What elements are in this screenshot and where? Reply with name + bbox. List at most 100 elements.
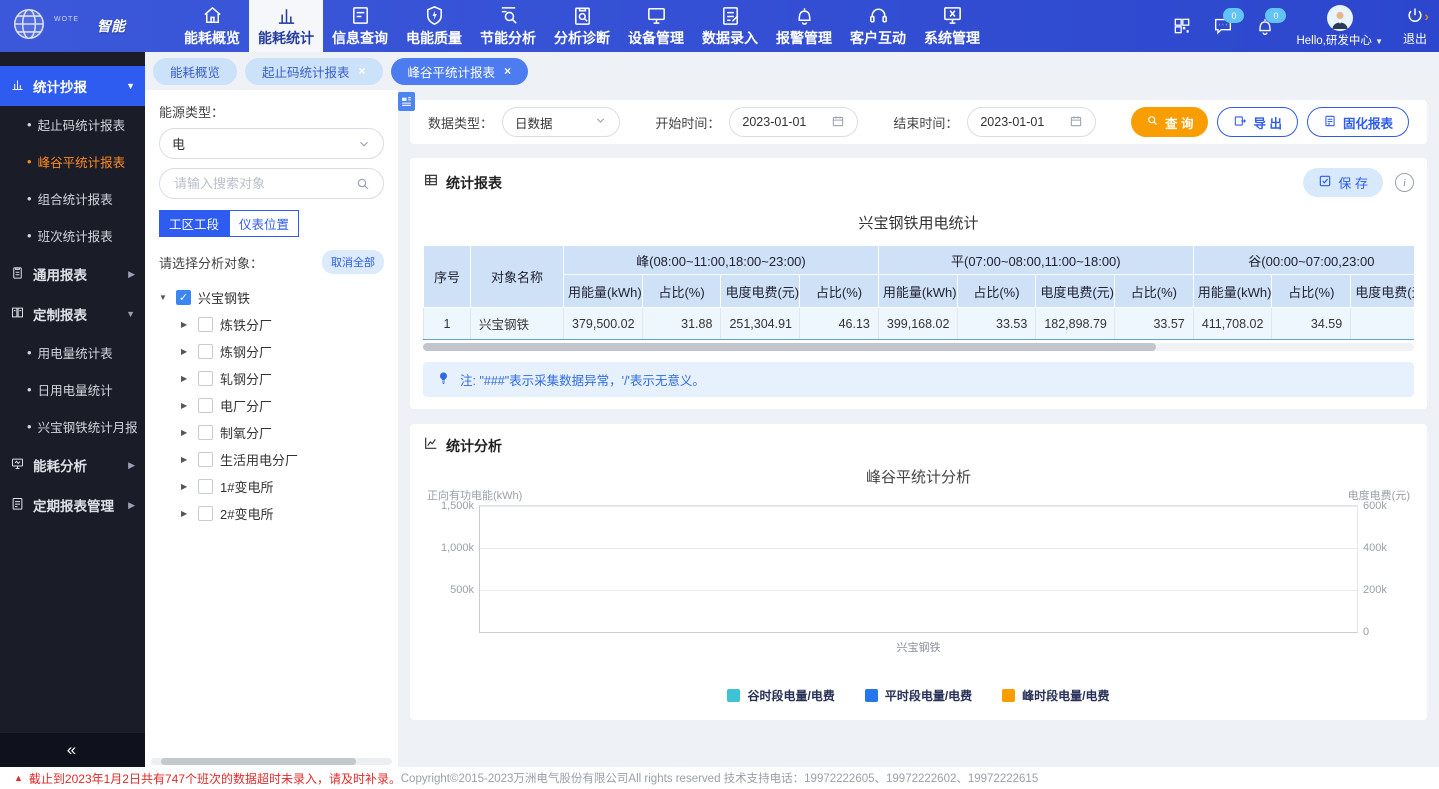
caret-right-icon[interactable]: ▶ [181,374,191,383]
clipboard-search-icon [571,4,594,27]
sidebar-collapse-button[interactable]: « [0,733,145,767]
energy-type-select[interactable]: 电 [159,128,384,159]
sidebar-item-用电量统计表[interactable]: •用电量统计表 [0,334,145,371]
sidebar-section-定制报表[interactable]: 定制报表▼ [0,294,145,334]
panel-horizontal-scrollbar[interactable] [151,758,392,765]
sidebar-section-定期报表管理[interactable]: 定期报表管理▶ [0,485,145,525]
stacked-bar-energy_kwh[interactable] [748,630,826,632]
bar-segment[interactable] [1011,631,1089,632]
close-icon[interactable]: × [359,64,366,78]
caret-right-icon[interactable]: ▶ [181,509,191,518]
stacked-bar-cost_yuan[interactable] [1011,630,1089,632]
sidebar-item-班次统计报表[interactable]: •班次统计报表 [0,217,145,254]
cancel-all-button[interactable]: 取消全部 [322,250,384,274]
checkbox-unchecked[interactable] [198,452,213,467]
checkbox-unchecked[interactable] [198,425,213,440]
tab-能耗概览[interactable]: 能耗概览 [153,58,237,85]
book-icon [10,305,25,323]
start-date-input[interactable]: 2023-01-01 [729,107,858,137]
caret-right-icon[interactable]: ▶ [181,482,191,491]
bar-segment[interactable] [748,631,826,632]
sidebar-section-统计抄报[interactable]: 统计抄报▼ [0,66,145,106]
table-icon [423,172,439,193]
caret-right-icon[interactable]: ▶ [181,401,191,410]
panel-tab-工区工段[interactable]: 工区工段 [159,210,229,237]
sidebar-item-起止码统计报表[interactable]: •起止码统计报表 [0,106,145,143]
nav-item-客户互动[interactable]: 客户互动 [841,0,915,52]
nav-item-分析诊断[interactable]: 分析诊断 [545,0,619,52]
solidify-report-button[interactable]: 固化报表 [1307,107,1409,137]
panel-tab-仪表位置[interactable]: 仪表位置 [229,210,299,237]
qr-code-icon[interactable] [1172,16,1192,36]
sidebar-item-日用电量统计[interactable]: •日用电量统计 [0,371,145,408]
greeting-label: Hello,研发中心 ▼ [1296,32,1383,48]
caret-right-icon[interactable]: ▶ [181,320,191,329]
tree-node-兴宝钢铁[interactable]: ▼✓兴宝钢铁 [159,284,384,311]
tab-prev-icon[interactable]: ‹ [1410,8,1415,24]
tree-node-炼铁分厂[interactable]: ▶炼铁分厂 [159,311,384,338]
sidebar-item-组合统计报表[interactable]: •组合统计报表 [0,180,145,217]
caret-right-icon[interactable]: ▶ [181,455,191,464]
sidebar-section-能耗分析[interactable]: 能耗分析▶ [0,445,145,485]
nav-item-数据录入[interactable]: 数据录入 [693,0,767,52]
checkbox-checked[interactable]: ✓ [176,290,191,305]
caret-down-icon[interactable]: ▼ [159,293,169,302]
table-horizontal-scrollbar[interactable] [423,343,1414,351]
left-axis-tick: 1,000k [441,542,474,554]
checkbox-unchecked[interactable] [198,506,213,521]
chevron-icon: ▶ [128,269,135,280]
table-cell: 1 [424,308,471,340]
sidebar-section-通用报表[interactable]: 通用报表▶ [0,254,145,294]
bullet-icon: • [27,420,32,433]
tree-node-1#变电所[interactable]: ▶1#变电所 [159,473,384,500]
caret-right-icon[interactable]: ▶ [181,428,191,437]
search-input[interactable] [172,175,355,192]
search-icon[interactable] [355,176,371,192]
sidebar-item-兴宝钢铁统计月报[interactable]: •兴宝钢铁统计月报 [0,408,145,445]
tab-峰谷平统计报表[interactable]: 峰谷平统计报表× [391,58,529,85]
caret-right-icon[interactable]: ▶ [181,347,191,356]
data-type-select[interactable]: 日数据 [502,107,620,137]
table-row: 1兴宝钢铁379,500.0231.88251,304.9146.13399,1… [424,308,1415,340]
tab-bar: 能耗概览起止码统计报表× 峰谷平统计报表× [145,52,1439,90]
sidebar-item-峰谷平统计报表[interactable]: •峰谷平统计报表 [0,143,145,180]
tree-node-电厂分厂[interactable]: ▶电厂分厂 [159,392,384,419]
nav-item-节能分析[interactable]: 节能分析 [471,0,545,52]
export-button[interactable]: 导 出 [1217,107,1297,137]
nav-item-电能质量[interactable]: 电能质量 [397,0,471,52]
report-table-wrap: 序号对象名称峰(08:00~11:00,18:00~23:00)平(07:00~… [423,245,1414,340]
query-button[interactable]: 查 询 [1131,107,1208,137]
legend-item[interactable]: 谷时段电量/电费 [727,687,834,704]
table-cell: 33.53 [957,308,1036,340]
info-icon[interactable]: i [1395,173,1414,192]
tree-node-制氧分厂[interactable]: ▶制氧分厂 [159,419,384,446]
checkbox-unchecked[interactable] [198,317,213,332]
checkbox-unchecked[interactable] [198,479,213,494]
legend-item[interactable]: 平时段电量/电费 [865,687,972,704]
tree-node-炼钢分厂[interactable]: ▶炼钢分厂 [159,338,384,365]
legend-item[interactable]: 峰时段电量/电费 [1002,687,1109,704]
tree-node-生活用电分厂[interactable]: ▶生活用电分厂 [159,446,384,473]
system-icon [941,4,964,27]
save-button[interactable]: 保 存 [1303,168,1383,197]
tree-node-2#变电所[interactable]: ▶2#变电所 [159,500,384,527]
message-icon[interactable]: 0 [1212,15,1234,37]
checkbox-unchecked[interactable] [198,398,213,413]
nav-item-报警管理[interactable]: 报警管理 [767,0,841,52]
nav-item-系统管理[interactable]: 系统管理 [915,0,989,52]
nav-item-设备管理[interactable]: 设备管理 [619,0,693,52]
nav-item-能耗概览[interactable]: 能耗概览 [175,0,249,52]
checkbox-unchecked[interactable] [198,371,213,386]
end-date-input[interactable]: 2023-01-01 [967,107,1096,137]
tab-next-icon[interactable]: › [1424,8,1429,24]
checkbox-unchecked[interactable] [198,344,213,359]
close-icon[interactable]: × [504,64,511,78]
nav-item-能耗统计[interactable]: 能耗统计 [249,0,323,52]
tree-node-轧钢分厂[interactable]: ▶轧钢分厂 [159,365,384,392]
user-menu[interactable]: Hello,研发中心 ▼ [1296,5,1383,48]
bullet-icon: • [27,155,32,168]
panel-collapse-handle[interactable] [398,92,415,111]
nav-item-信息查询[interactable]: 信息查询 [323,0,397,52]
tab-起止码统计报表[interactable]: 起止码统计报表× [245,58,383,85]
bell-icon[interactable]: 0 [1254,15,1276,37]
